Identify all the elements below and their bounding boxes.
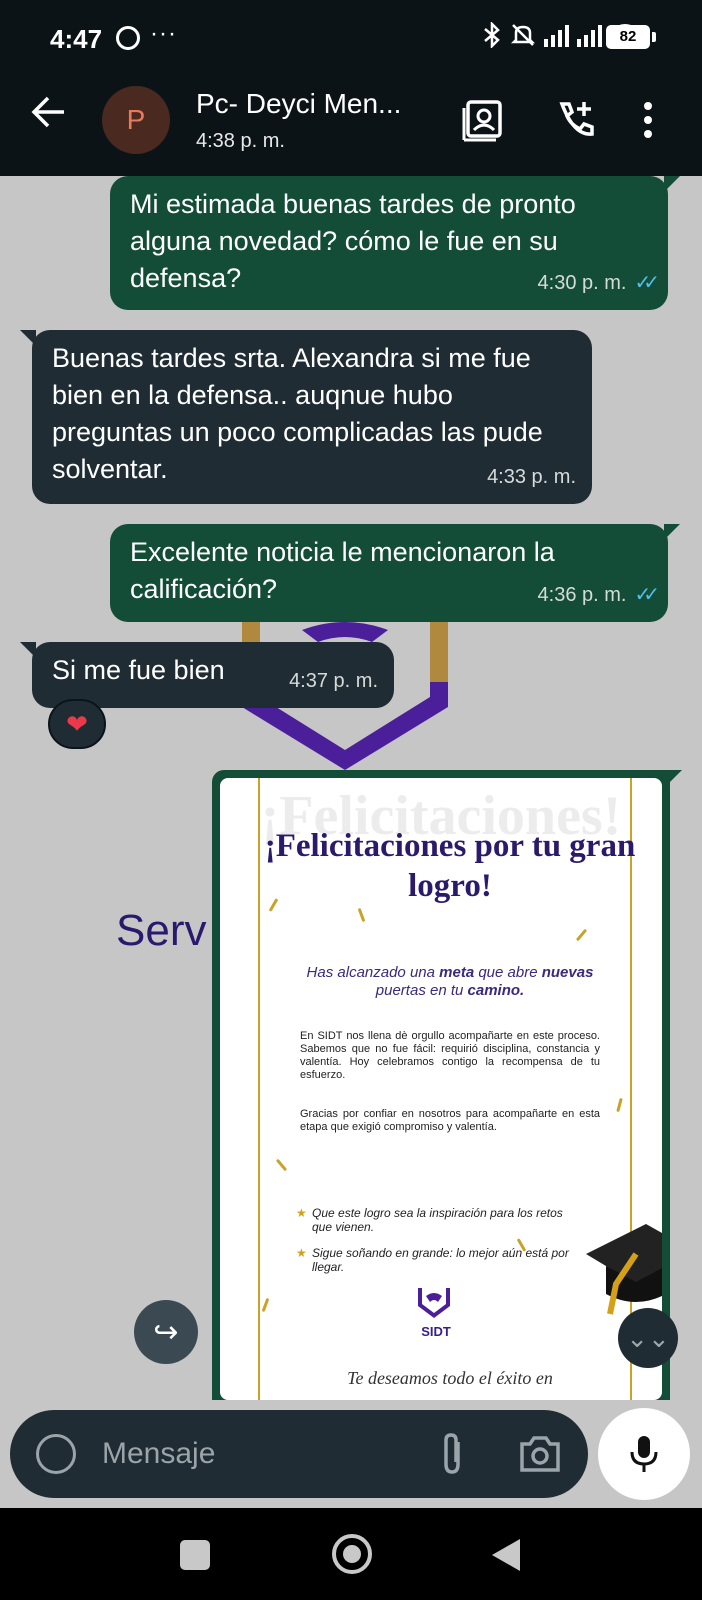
status-time: 4:47 — [50, 24, 103, 54]
video-call-icon[interactable] — [462, 98, 506, 142]
camera-icon[interactable] — [518, 1434, 562, 1474]
sidt-logo-icon — [418, 1288, 450, 1318]
confetti — [616, 1097, 623, 1113]
confetti — [275, 1158, 288, 1172]
message-incoming[interactable]: Si me fue bien 4:37 p. m. — [20, 642, 394, 708]
message-input[interactable] — [102, 1434, 402, 1474]
message-time: 4:36 p. m. — [537, 584, 627, 606]
bluetooth-icon — [484, 22, 500, 48]
signal-1-icon — [544, 23, 569, 47]
message-incoming[interactable]: Buenas tardes srta. Alexandra si me fue … — [20, 330, 592, 504]
message-meta: 4:30 p. m. ✓✓ — [537, 265, 660, 302]
message-outgoing[interactable]: Mi estimada buenas tardes de pronto algu… — [110, 176, 680, 310]
message-outgoing[interactable]: Excelente noticia le mencionaron la cali… — [110, 524, 680, 622]
attach-icon[interactable] — [434, 1432, 470, 1476]
confetti — [575, 928, 588, 942]
voice-message-button[interactable] — [598, 1408, 690, 1500]
chat-header: P Pc- Deyci Men... 4:38 p. m. — [0, 74, 702, 176]
system-back-button[interactable] — [492, 1539, 520, 1571]
image-message[interactable]: ¡Felicitaciones! ¡Felicitaciones por tu … — [212, 770, 682, 1400]
poster-title: ¡Felicitaciones por tu gran logro! — [264, 828, 636, 904]
message-time: 4:30 p. m. — [537, 272, 627, 294]
confetti — [261, 1297, 270, 1313]
heart-reaction-icon[interactable]: ❤ — [48, 699, 106, 749]
system-navigation-bar — [0, 1508, 702, 1600]
subtitle-bold: camino. — [467, 982, 525, 999]
subtitle-part: que abre — [474, 964, 542, 981]
avatar[interactable]: P — [102, 86, 170, 154]
back-arrow-icon[interactable] — [28, 92, 68, 132]
sticker-emoji-icon[interactable] — [36, 1434, 76, 1474]
recent-apps-button[interactable] — [180, 1540, 210, 1570]
microphone-icon — [630, 1436, 658, 1472]
wallpaper-text: Serv — [116, 906, 207, 955]
message-meta: 4:33 p. m. — [487, 459, 576, 496]
read-receipt-icon: ✓✓ — [634, 272, 659, 294]
message-meta: 4:36 p. m. ✓✓ — [537, 577, 660, 614]
battery-icon: 82 — [606, 25, 656, 49]
mute-icon — [510, 24, 536, 46]
message-meta: 4:37 p. m. — [289, 663, 378, 700]
poster-paragraph: Gracias por confiar en nosotros para aco… — [300, 1108, 600, 1133]
poster-bullet: Que este logro sea la inspiración para l… — [296, 1206, 572, 1234]
message-time: 4:33 p. m. — [487, 466, 576, 488]
add-call-icon[interactable] — [554, 98, 598, 142]
poster-paragraph: En SIDT nos llena dè orgullo acompañarte… — [300, 1030, 600, 1081]
more-options-icon[interactable] — [636, 98, 660, 142]
poster-bullet: Sigue soñando en grande: lo mejor aún es… — [296, 1246, 572, 1274]
more-notifications-icon: ··· — [150, 20, 177, 47]
home-button[interactable] — [332, 1534, 372, 1574]
subtitle-bold: nuevas — [541, 964, 594, 981]
signal-2-icon — [577, 23, 602, 47]
poster-logo-text: SIDT — [421, 1324, 451, 1339]
poster-footer: Te deseamos todo el éxito en — [347, 1368, 553, 1388]
subtitle-part: puertas en tu — [375, 982, 468, 999]
contact-name[interactable]: Pc- Deyci Men... — [196, 88, 401, 120]
whatsapp-notification-icon — [116, 26, 140, 50]
congratulations-poster[interactable]: ¡Felicitaciones! ¡Felicitaciones por tu … — [220, 778, 662, 1400]
subtitle-part: Has alcanzado una — [306, 964, 440, 981]
forward-button[interactable]: ↪ — [134, 1300, 198, 1364]
scroll-to-bottom-button[interactable]: ⌄⌄ — [618, 1308, 678, 1368]
poster-subtitle: Has alcanzado una meta que abre nuevas p… — [280, 964, 620, 1000]
status-bar: 4:47 ··· 82 — [0, 0, 702, 74]
message-time: 4:37 p. m. — [289, 670, 378, 692]
confetti — [357, 907, 366, 923]
read-receipt-icon: ✓✓ — [634, 584, 659, 606]
message-composer — [10, 1410, 588, 1498]
subtitle-bold: meta — [439, 964, 475, 981]
last-seen: 4:38 p. m. — [196, 130, 285, 152]
